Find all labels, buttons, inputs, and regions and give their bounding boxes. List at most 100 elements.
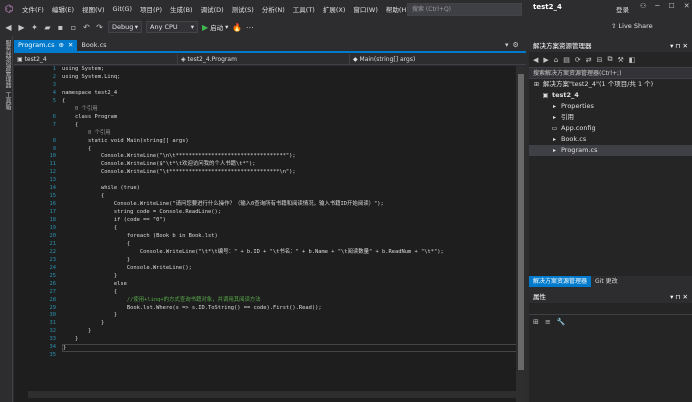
line-number: 9 (52, 145, 56, 152)
minimize-icon[interactable]: ─ (655, 2, 659, 10)
menu-view[interactable]: 视图(V) (78, 4, 109, 14)
panel-controls[interactable]: ▾ ⊓ ✕ (670, 40, 688, 52)
pin-icon[interactable]: ⊕ (58, 40, 63, 51)
line-number: 6 (52, 113, 56, 120)
line-number: 14 (49, 185, 57, 192)
close-icon[interactable]: ✕ (684, 2, 690, 10)
close-icon[interactable]: ✕ (68, 40, 73, 51)
menu-analyze[interactable]: 分析(N) (258, 4, 289, 14)
back-icon[interactable]: ◀ (533, 56, 538, 64)
code-line: Console.WriteLine($"\t*\t欢迎访问我的个人书籍\t*")… (62, 161, 256, 168)
properties-icon[interactable]: ⚒ (617, 56, 623, 64)
undo-icon[interactable]: ↶ (82, 23, 91, 32)
menu-project[interactable]: 项目(P) (136, 4, 166, 14)
reference-hint[interactable]: 0 个引用 (62, 106, 98, 114)
tree-item-label: 解决方案"test2_4"(1 个项目/共 1 个) (543, 80, 654, 88)
code-editor[interactable]: 1 2 3 4 5 6 7 8 9 10 11 12 13 14 15 16 17 18 19 20 21 22 23 24 2… (14, 66, 526, 402)
new-item-icon[interactable]: ✦ (30, 23, 39, 32)
menu-window[interactable]: 窗口(W) (349, 4, 382, 14)
solution-explorer: 解决方案资源管理器 ▾ ⊓ ✕ ◀ ▶ ⌂ ▤ ⟳ ⇄ ⊟ ⧉ ⚒ ◧ 搜索解决… (529, 40, 692, 286)
tree-item-label: test2_4 (552, 91, 579, 99)
line-number: 19 (49, 225, 57, 231)
back-icon[interactable]: ◀ (4, 23, 13, 32)
code-line: } (62, 320, 105, 327)
collapse-all-icon[interactable]: ⊟ (597, 56, 603, 64)
reference-hint[interactable]: 0 个引用 (62, 130, 111, 138)
preview-icon[interactable]: ◧ (629, 56, 636, 64)
class-dropdown[interactable]: ◈ test2_4.Program (178, 54, 350, 64)
line-number: 29 (49, 304, 57, 311)
tab-dropdown-icon[interactable]: ▾ (505, 41, 509, 49)
code-line: using System; (62, 66, 105, 72)
menu-tools[interactable]: 工具(T) (289, 4, 319, 14)
toolbar-more-icon[interactable]: ⋯ (245, 23, 254, 32)
pending-changes-icon[interactable]: ⟳ (575, 56, 581, 64)
configuration-dropdown[interactable]: Debug ▾ (108, 21, 142, 33)
menu-debug[interactable]: 调试(D) (197, 4, 228, 14)
redo-icon[interactable]: ↷ (95, 23, 104, 32)
menu-edit[interactable]: 编辑(E) (48, 4, 78, 14)
tree-item[interactable]: ▣ test2_4 (529, 90, 692, 101)
chevron-down-icon: ▾ (134, 23, 138, 31)
open-folder-icon[interactable]: ▰ (43, 23, 52, 32)
login-link[interactable]: 登录 (616, 4, 629, 14)
tree-item[interactable]: ▭ App.config (529, 123, 692, 134)
forward-icon[interactable]: ▶ (543, 56, 548, 64)
search-input[interactable]: 搜索 (Ctrl+Q) (407, 3, 522, 16)
start-button[interactable]: ▶ 启动 ▾ (202, 22, 228, 33)
categorized-icon[interactable]: ⊞ (533, 318, 539, 326)
menu-build[interactable]: 生成(B) (166, 4, 197, 14)
platform-dropdown[interactable]: Any CPU ▾ (146, 21, 198, 33)
properties-object-dropdown[interactable] (529, 303, 692, 315)
line-number: 26 (49, 280, 57, 287)
menu-test[interactable]: 测试(S) (228, 4, 258, 14)
solution-explorer-tabs: 解决方案资源管理器 Git 更改 (529, 276, 692, 287)
project-dropdown[interactable]: ▣ test2_4 (14, 54, 178, 64)
forward-icon[interactable]: ▶ (17, 23, 26, 32)
tab-program-cs[interactable]: Program.cs ⊕ ✕ (14, 40, 78, 51)
tab-solution-explorer[interactable]: 解决方案资源管理器 (529, 276, 592, 287)
tree-node-icon: ▸ (552, 103, 556, 110)
line-number (14, 106, 58, 114)
tree-item[interactable]: ▸ Program.cs (529, 145, 692, 156)
toolbox-tab[interactable]: 工具箱 (3, 92, 12, 110)
menu-extensions[interactable]: 扩展(X) (319, 4, 350, 14)
server-explorer-tab[interactable]: 服务器资源管理器 (3, 40, 12, 88)
alphabetical-icon[interactable]: ≡ (545, 318, 551, 326)
property-pages-icon[interactable]: 🔧 (557, 318, 566, 326)
code-line: } (62, 328, 92, 335)
switch-view-icon[interactable]: ▤ (563, 56, 570, 64)
code-line: { (62, 121, 79, 128)
menu-file[interactable]: 文件(F) (18, 4, 48, 14)
horizontal-scrollbar[interactable] (28, 391, 516, 398)
line-number: 4 (52, 89, 56, 96)
navigation-bar: ▣ test2_4 ◈ test2_4.Program ◆ Main(strin… (14, 54, 526, 65)
maximize-icon[interactable]: ☐ (669, 2, 675, 10)
code-line: string code = Console.ReadLine(); (62, 209, 222, 216)
solution-explorer-search[interactable]: 搜索解决方案资源管理器(Ctrl+;) (529, 68, 692, 79)
settings-icon[interactable]: ⚙ (513, 41, 519, 49)
tab-git-changes[interactable]: Git 更改 (591, 276, 622, 287)
live-share-button[interactable]: ⇧ Live Share (611, 22, 653, 30)
home-icon[interactable]: ⌂ (554, 56, 558, 64)
tree-item[interactable]: ▸ Book.cs (529, 134, 692, 145)
hot-reload-icon[interactable]: 🔥 (232, 23, 242, 32)
member-dropdown[interactable]: ◆ Main(string[] args) (350, 54, 526, 64)
show-all-files-icon[interactable]: ⧉ (607, 55, 612, 64)
vertical-scrollbar[interactable] (516, 66, 526, 402)
tree-item[interactable]: ⊞ 解决方案"test2_4"(1 个项目/共 1 个) (529, 79, 692, 90)
save-icon[interactable]: ▪ (56, 23, 65, 32)
scroll-thumb[interactable] (518, 74, 524, 370)
tree-item[interactable]: ▸ 引用 (529, 112, 692, 123)
properties-panel: 属性 ▾ ⊓ ✕ ⊞ ≡ 🔧 (529, 291, 692, 402)
code-line: Book.lst.Where(s => s.ID.ToString() == c… (62, 304, 322, 311)
tree-item[interactable]: ▸ Properties (529, 101, 692, 112)
properties-title: 属性 ▾ ⊓ ✕ (529, 291, 692, 303)
tab-book-cs[interactable]: Book.cs (77, 40, 110, 51)
account-icon[interactable]: ⚇ (640, 2, 646, 10)
panel-controls[interactable]: ▾ ⊓ ✕ (670, 291, 688, 303)
sync-icon[interactable]: ⇄ (586, 56, 592, 64)
menu-git[interactable]: Git(G) (109, 5, 137, 13)
code-line: //使用+linq+的方式查询书籍对象，并调用其阅读方法 (62, 296, 261, 303)
save-all-icon[interactable]: ▫ (69, 23, 78, 32)
